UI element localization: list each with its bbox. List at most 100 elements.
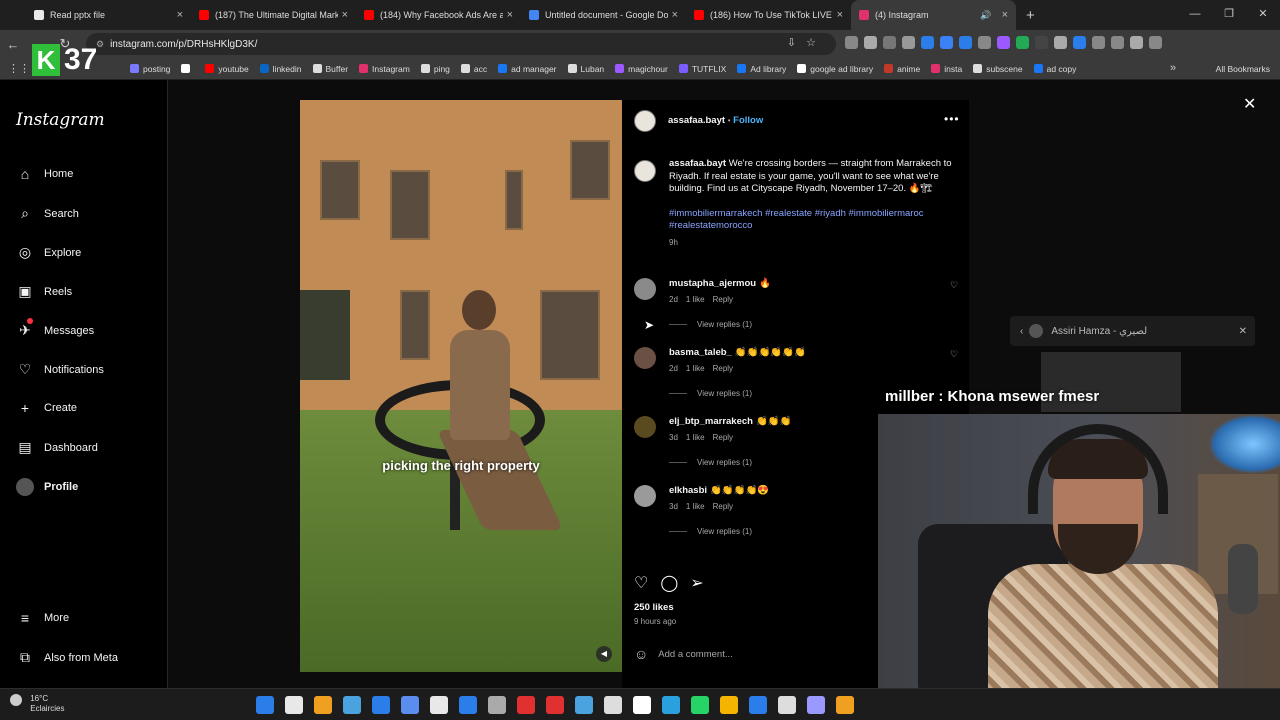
taskbar-app-icon[interactable] <box>372 696 390 714</box>
bookmark-item[interactable]: Luban <box>567 64 604 74</box>
bookmark-item[interactable]: linkedin <box>259 64 302 74</box>
taskbar-app-icon[interactable] <box>488 696 506 714</box>
taskbar-app-icon[interactable] <box>343 696 361 714</box>
sidebar-item-search[interactable]: ⌕ Search <box>16 205 79 222</box>
caption-avatar[interactable] <box>634 160 656 182</box>
view-replies-button[interactable]: View replies (1) <box>669 527 752 536</box>
taskbar-app-icon[interactable] <box>807 696 825 714</box>
author-username[interactable]: assafaa.bayt <box>668 115 725 126</box>
tab-close-icon[interactable]: × <box>672 9 678 21</box>
taskbar-app-icon[interactable] <box>691 696 709 714</box>
sidebar-item-dashboard[interactable]: ▤ Dashboard <box>16 439 97 456</box>
bookmark-item[interactable]: Instagram <box>359 64 410 74</box>
taskbar-app-icon[interactable] <box>720 696 738 714</box>
add-comment-field[interactable]: ☺ Add a comment... <box>634 646 733 662</box>
new-tab-icon[interactable]: + <box>1026 7 1035 24</box>
sidebar-item-create[interactable]: + Create <box>16 400 77 416</box>
browser-tab[interactable]: Read pptx file × <box>26 0 191 30</box>
tab-close-icon[interactable]: × <box>342 9 348 21</box>
bookmark-item[interactable] <box>181 64 194 73</box>
bookmark-item[interactable]: ping <box>420 64 450 74</box>
hashtags[interactable]: #immobiliermarrakech #realestate #riyadh… <box>669 208 959 233</box>
extension-icon[interactable] <box>978 36 991 49</box>
bookmark-item[interactable]: anime <box>884 64 920 74</box>
bookmark-item[interactable]: insta <box>931 64 962 74</box>
maximize-icon[interactable]: ❐ <box>1212 0 1246 30</box>
sidebar-item-more[interactable]: ≡ More <box>16 610 69 626</box>
install-icon[interactable]: ⇩ <box>787 37 806 49</box>
share-icon[interactable]: ➢ <box>690 573 703 593</box>
back-icon[interactable]: ← <box>0 37 26 52</box>
taskbar-app-icon[interactable] <box>575 696 593 714</box>
taskbar-app-icon[interactable] <box>285 696 303 714</box>
sidebar-item-explore[interactable]: ◎ Explore <box>16 244 81 261</box>
bookmark-item[interactable]: Ad library <box>737 64 786 74</box>
reply-button[interactable]: Reply <box>713 433 733 442</box>
taskbar-app-icon[interactable] <box>314 696 332 714</box>
bookmark-item[interactable]: ad copy <box>1033 64 1076 74</box>
author-avatar[interactable] <box>634 110 656 132</box>
weather-widget[interactable]: 16°C Eclaircies <box>10 694 64 714</box>
sidebar-item-profile[interactable]: Profile <box>16 478 78 496</box>
bookmark-item[interactable]: ad manager <box>498 64 557 74</box>
extension-icon[interactable] <box>1092 36 1105 49</box>
browser-tab[interactable]: (4) Instagram 🔊 × <box>851 0 1016 30</box>
comment-likes[interactable]: 1 like <box>686 295 705 304</box>
bookmarks-overflow-icon[interactable]: » <box>1170 62 1176 74</box>
comment-like-icon[interactable]: ♡ <box>950 280 958 291</box>
sidebar-item-messages[interactable]: ✈ Messages <box>16 318 94 339</box>
bookmark-item[interactable]: youtube <box>205 64 249 74</box>
taskbar-app-icon[interactable] <box>546 696 564 714</box>
bookmark-item[interactable]: acc <box>460 64 487 74</box>
view-replies-button[interactable]: View replies (1) <box>669 320 752 329</box>
commenter-username[interactable]: elkhasbi <box>669 485 707 496</box>
taskbar-app-icon[interactable] <box>836 696 854 714</box>
sidebar-item-home[interactable]: ⌂ Home <box>16 166 74 182</box>
address-bar[interactable]: ⚙ instagram.com/p/DRHsHKlgD3K/ ⇩☆ <box>86 33 836 55</box>
extension-icon[interactable] <box>1073 36 1086 49</box>
close-window-icon[interactable]: ✕ <box>1246 0 1280 30</box>
taskbar-app-icon[interactable] <box>749 696 767 714</box>
reply-button[interactable]: Reply <box>713 364 733 373</box>
taskbar-app-icon[interactable] <box>401 696 419 714</box>
bookmark-item[interactable]: google ad library <box>797 64 873 74</box>
taskbar-app-icon[interactable] <box>517 696 535 714</box>
tab-close-icon[interactable]: × <box>177 9 183 21</box>
sidebar-item-meta[interactable]: ⧉ Also from Meta <box>16 649 118 666</box>
extension-icon[interactable] <box>940 36 953 49</box>
comment-icon[interactable]: ◯ <box>660 573 678 593</box>
extension-icon[interactable] <box>1149 36 1162 49</box>
all-bookmarks[interactable]: All Bookmarks <box>1216 64 1270 74</box>
extension-icon[interactable] <box>959 36 972 49</box>
comment-likes[interactable]: 1 like <box>686 433 705 442</box>
extension-icon[interactable] <box>1035 36 1048 49</box>
taskbar-app-icon[interactable] <box>604 696 622 714</box>
more-options-icon[interactable]: ••• <box>944 112 960 126</box>
caption-username[interactable]: assafaa.bayt <box>669 158 726 169</box>
sidebar-item-notifications[interactable]: ♡ Notifications <box>16 361 104 378</box>
view-replies-button[interactable]: View replies (1) <box>669 389 752 398</box>
bookmark-star-icon[interactable]: ☆ <box>806 37 826 49</box>
reply-button[interactable]: Reply <box>713 295 733 304</box>
taskbar-app-icon[interactable] <box>633 696 651 714</box>
minimize-icon[interactable]: — <box>1178 0 1212 30</box>
commenter-avatar[interactable] <box>634 278 656 300</box>
browser-tab[interactable]: (187) The Ultimate Digital Marke × <box>191 0 356 30</box>
tab-close-icon[interactable]: × <box>1002 9 1008 21</box>
commenter-avatar[interactable] <box>634 416 656 438</box>
apps-icon[interactable]: ⋮⋮ <box>8 62 30 75</box>
chevron-left-icon[interactable]: ‹ <box>1020 326 1023 337</box>
bookmark-item[interactable]: subscene <box>973 64 1023 74</box>
speaker-icon[interactable]: ◀ <box>596 646 612 662</box>
emoji-icon[interactable]: ☺ <box>634 646 648 662</box>
browser-tab[interactable]: (186) How To Use TikTok LIVE S × <box>686 0 851 30</box>
extension-icon[interactable] <box>1111 36 1124 49</box>
instagram-logo[interactable]: Instagram <box>16 110 105 130</box>
browser-tab[interactable]: Untitled document - Google Do × <box>521 0 686 30</box>
taskbar-app-icon[interactable] <box>459 696 477 714</box>
tab-close-icon[interactable]: × <box>507 9 513 21</box>
taskbar-app-icon[interactable] <box>430 696 448 714</box>
bookmark-item[interactable]: Buffer <box>312 64 348 74</box>
extension-icon[interactable] <box>997 36 1010 49</box>
extension-icon[interactable] <box>864 36 877 49</box>
